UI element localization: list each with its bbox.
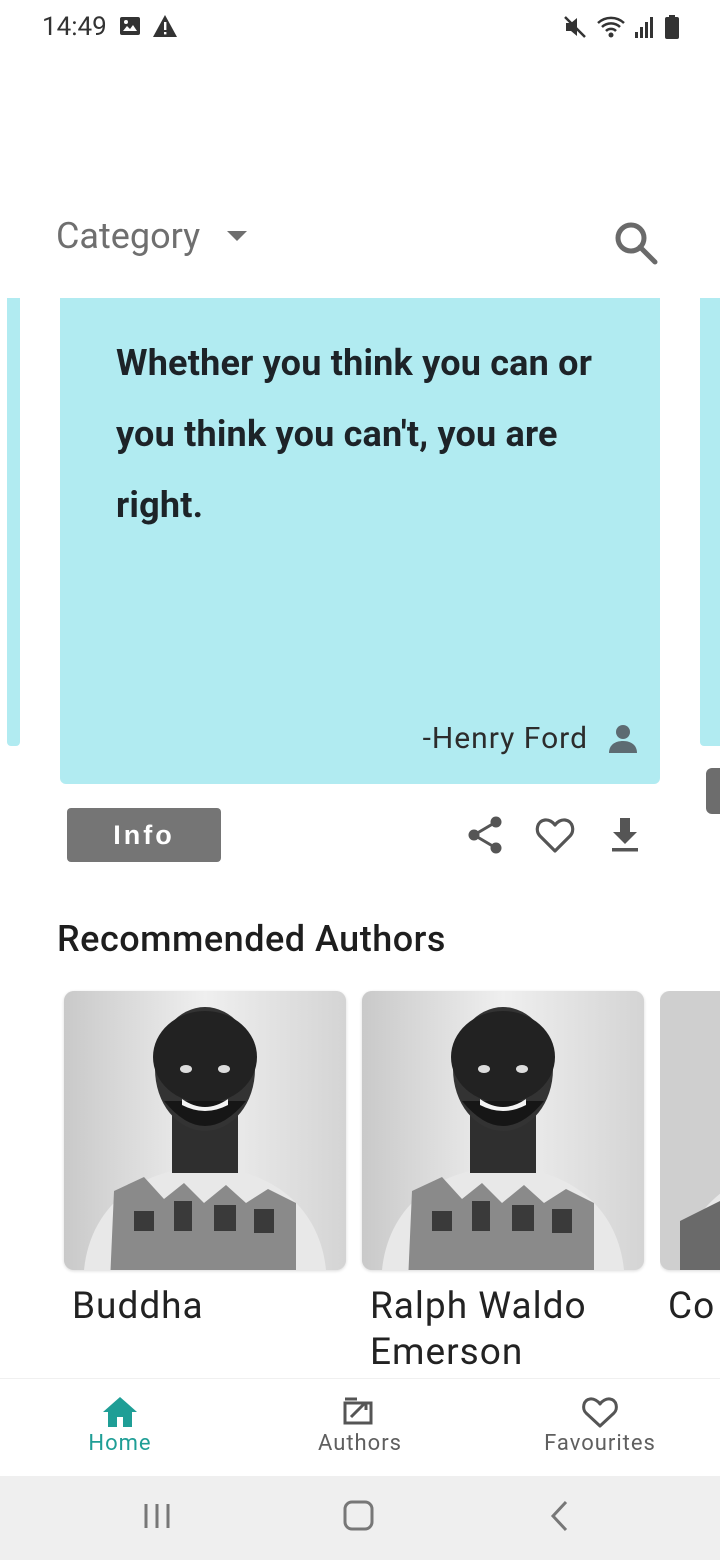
recommended-authors-title: Recommended Authors <box>57 918 446 960</box>
quote-author[interactable]: -Henry Ford <box>423 721 640 756</box>
author-name: Buddha <box>72 1285 204 1328</box>
mute-icon <box>564 16 586 38</box>
quote-card[interactable]: Whether you think you can or you think y… <box>60 298 660 784</box>
nav-authors-label: Authors <box>317 1431 403 1456</box>
home-square-icon <box>343 1500 374 1531</box>
battery-icon <box>665 15 679 39</box>
back-icon <box>550 1500 568 1532</box>
person-icon <box>609 724 637 753</box>
download-button[interactable] <box>603 813 647 857</box>
nav-favourites[interactable]: Favourites <box>480 1379 720 1477</box>
share-button[interactable] <box>463 813 507 857</box>
wifi-icon <box>597 16 625 38</box>
info-button[interactable]: Info <box>67 808 221 862</box>
system-navigation-bar <box>0 1476 720 1560</box>
favourite-button[interactable] <box>533 813 577 857</box>
download-icon <box>612 818 638 852</box>
search-icon <box>615 222 658 265</box>
home-system-button[interactable] <box>334 1494 384 1538</box>
signal-icon <box>635 17 653 38</box>
heart-icon <box>582 1397 618 1428</box>
author-card[interactable]: Ralph Waldo Emerson <box>362 991 644 1376</box>
nav-home-label: Home <box>88 1431 152 1456</box>
author-name: Ralph Waldo Emerson <box>370 1285 587 1374</box>
heart-icon <box>535 818 575 853</box>
previous-quote-card[interactable] <box>7 298 20 746</box>
authors-icon <box>343 1397 373 1425</box>
author-photo <box>660 991 720 1270</box>
category-label: Category <box>56 215 201 257</box>
warning-icon <box>153 15 177 37</box>
status-bar: 14:49 <box>0 0 720 56</box>
home-icon <box>103 1397 137 1427</box>
nav-favourites-label: Favourites <box>544 1431 656 1456</box>
author-photo <box>362 991 644 1270</box>
author-card[interactable]: Co <box>660 991 720 1330</box>
next-quote-card[interactable] <box>700 298 720 746</box>
bottom-navigation: Home Authors Favourites <box>0 1378 720 1477</box>
author-name: Co <box>668 1285 716 1328</box>
share-icon <box>468 816 502 854</box>
author-photo <box>64 991 346 1270</box>
status-time: 14:49 <box>42 12 107 42</box>
recent-apps-icon <box>144 1504 170 1528</box>
dropdown-arrow-icon <box>227 231 248 241</box>
nav-home[interactable]: Home <box>0 1379 240 1477</box>
back-button[interactable] <box>536 1494 586 1538</box>
toolbar: Category <box>0 215 720 275</box>
recent-apps-button[interactable] <box>132 1494 182 1538</box>
quote-text: Whether you think you can or you think y… <box>116 342 593 526</box>
image-icon <box>120 17 140 35</box>
search-button[interactable] <box>612 219 660 267</box>
nav-authors[interactable]: Authors <box>240 1379 480 1477</box>
author-card[interactable]: Buddha <box>64 991 346 1330</box>
category-dropdown[interactable]: Category <box>56 215 248 257</box>
quote-author-name: -Henry Ford <box>422 721 588 756</box>
scrollbar-thumb[interactable] <box>706 768 720 814</box>
